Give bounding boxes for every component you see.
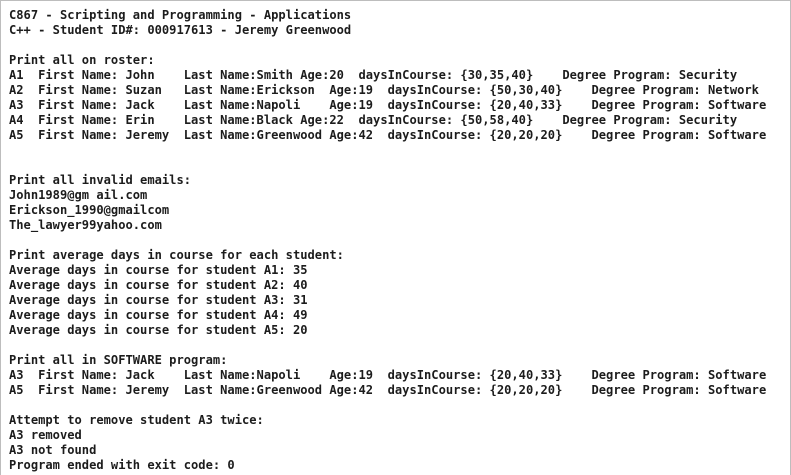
invalid-email-row: John1989@gm ail.com <box>9 188 148 202</box>
roster-row: A4 First Name: Erin Last Name:Black Age:… <box>9 113 738 127</box>
exit-code-message: Program ended with exit code: 0 <box>9 458 235 472</box>
software-program-row: A5 First Name: Jeremy Last Name:Greenwoo… <box>9 383 767 397</box>
roster-row: A3 First Name: Jack Last Name:Napoli Age… <box>9 98 767 112</box>
invalid-email-row: The_lawyer99yahoo.com <box>9 218 162 232</box>
console-output[interactable]: C867 - Scripting and Programming - Appli… <box>0 0 791 475</box>
remove-heading: Attempt to remove student A3 twice: <box>9 413 264 427</box>
average-days-row: Average days in course for student A3: 3… <box>9 293 308 307</box>
roster-row: A5 First Name: Jeremy Last Name:Greenwoo… <box>9 128 767 142</box>
software-program-row: A3 First Name: Jack Last Name:Napoli Age… <box>9 368 767 382</box>
invalid-emails-heading: Print all invalid emails: <box>9 173 192 187</box>
header-course-title: C867 - Scripting and Programming - Appli… <box>9 8 352 22</box>
average-days-row: Average days in course for student A5: 2… <box>9 323 308 337</box>
average-days-row: Average days in course for student A4: 4… <box>9 308 308 322</box>
header-student-info: C++ - Student ID#: 000917613 - Jeremy Gr… <box>9 23 352 37</box>
remove-result-row: A3 not found <box>9 443 97 457</box>
remove-result-row: A3 removed <box>9 428 82 442</box>
average-days-heading: Print average days in course for each st… <box>9 248 344 262</box>
roster-row: A1 First Name: John Last Name:Smith Age:… <box>9 68 738 82</box>
average-days-row: Average days in course for student A2: 4… <box>9 278 308 292</box>
roster-row: A2 First Name: Suzan Last Name:Erickson … <box>9 83 759 97</box>
software-program-heading: Print all in SOFTWARE program: <box>9 353 228 367</box>
invalid-email-row: Erickson_1990@gmailcom <box>9 203 170 217</box>
roster-heading: Print all on roster: <box>9 53 155 67</box>
average-days-row: Average days in course for student A1: 3… <box>9 263 308 277</box>
